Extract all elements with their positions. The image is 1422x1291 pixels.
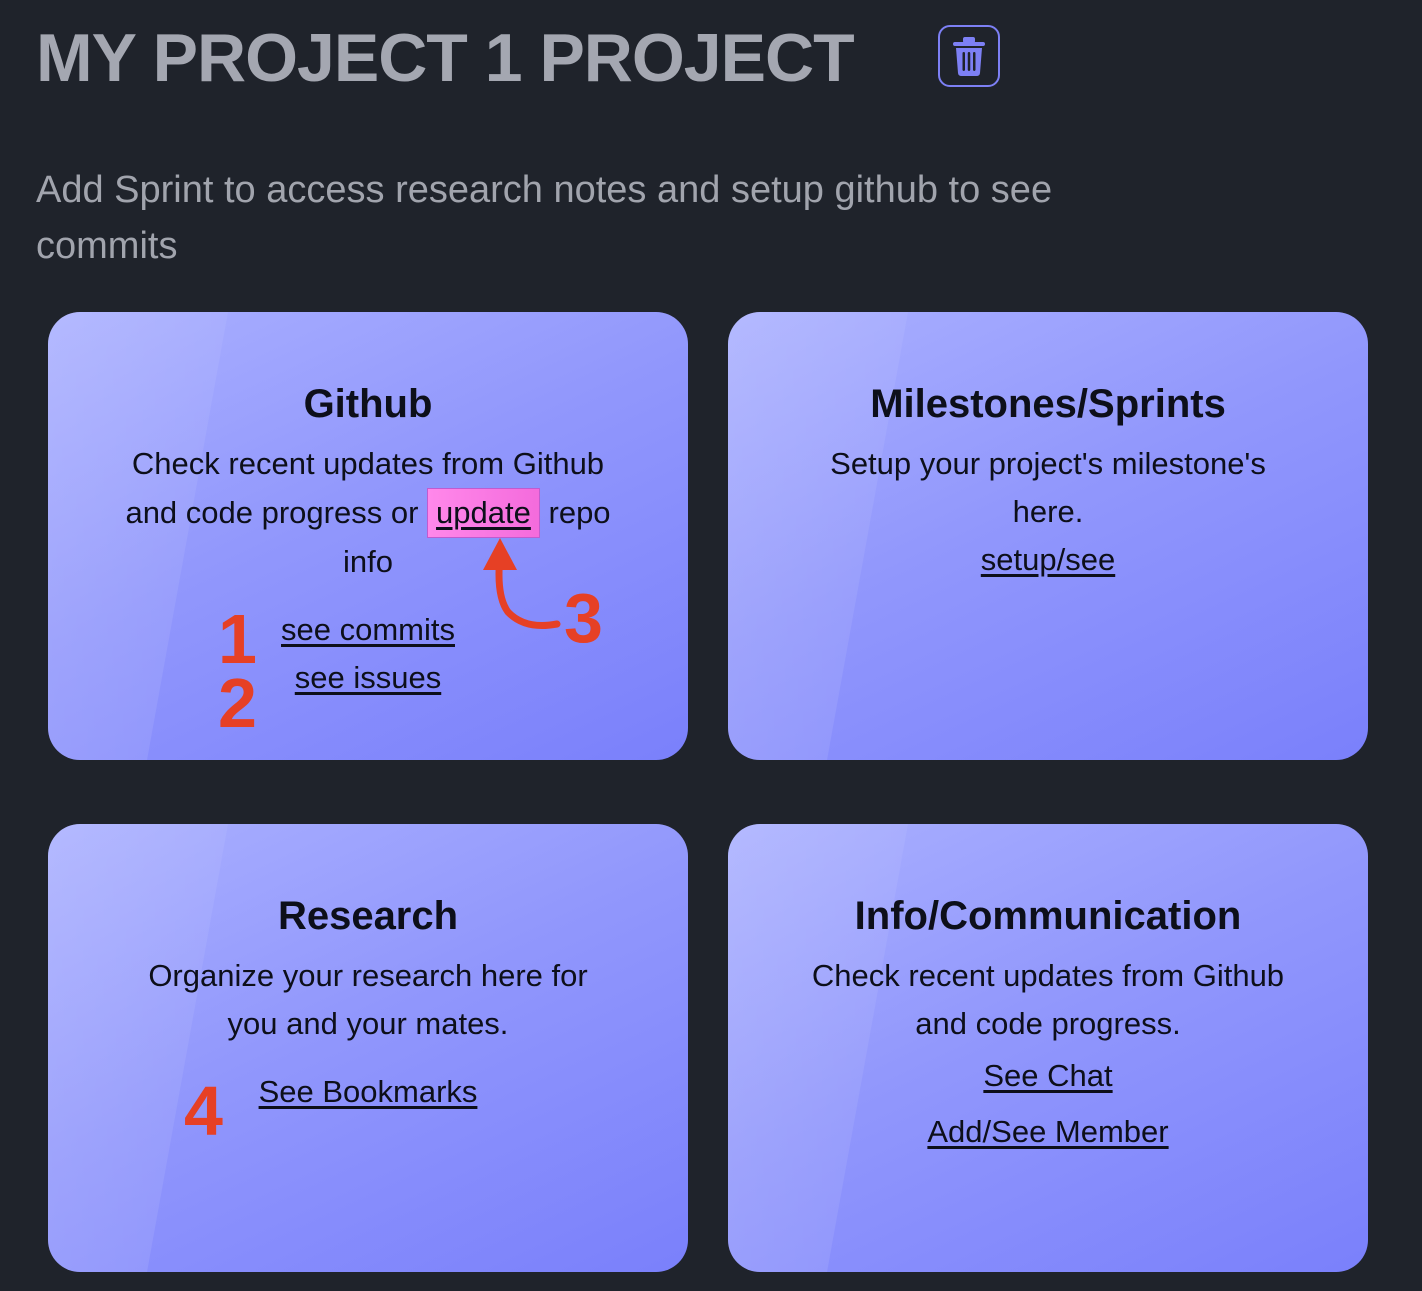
milestones-card: Milestones/Sprints Setup your project's … [728,312,1368,760]
milestones-card-content: Milestones/Sprints Setup your project's … [728,378,1368,584]
page-header: MY PROJECT 1 PROJECT [36,18,855,98]
github-card: Github Check recent updates from Github … [48,312,688,760]
see-issues-link[interactable]: see issues [295,654,441,702]
milestones-card-description: Setup your project's milestone's here. [830,446,1266,529]
research-card-title: Research [277,894,459,938]
info-card-content: Info/Communication Check recent updates … [728,890,1368,1156]
see-commits-link[interactable]: see commits [281,606,455,654]
research-card: Research Organize your research here for… [48,824,688,1272]
info-card-title: Info/Communication [854,894,1242,938]
annotation-number-4: 4 [184,1072,223,1150]
research-card-description: Organize your research here for you and … [148,958,588,1041]
milestones-card-title: Milestones/Sprints [870,382,1226,426]
info-card: Info/Communication Check recent updates … [728,824,1368,1272]
github-card-title: Github [303,382,433,426]
see-bookmarks-link[interactable]: See Bookmarks [259,1068,478,1116]
page-title: MY PROJECT 1 PROJECT [36,20,855,96]
info-card-description: Check recent updates from Github and cod… [811,958,1285,1041]
annotation-arrow-icon [483,538,561,629]
see-chat-link[interactable]: See Chat [983,1052,1112,1100]
delete-project-button[interactable] [938,25,1000,87]
add-see-member-link[interactable]: Add/See Member [927,1108,1168,1156]
setup-milestones-link[interactable]: setup/see [981,536,1115,584]
research-card-content: Research Organize your research here for… [48,890,688,1116]
annotation-number-2: 2 [218,664,257,742]
page-subtitle: Add Sprint to access research notes and … [36,169,1053,267]
trash-icon [951,35,987,77]
